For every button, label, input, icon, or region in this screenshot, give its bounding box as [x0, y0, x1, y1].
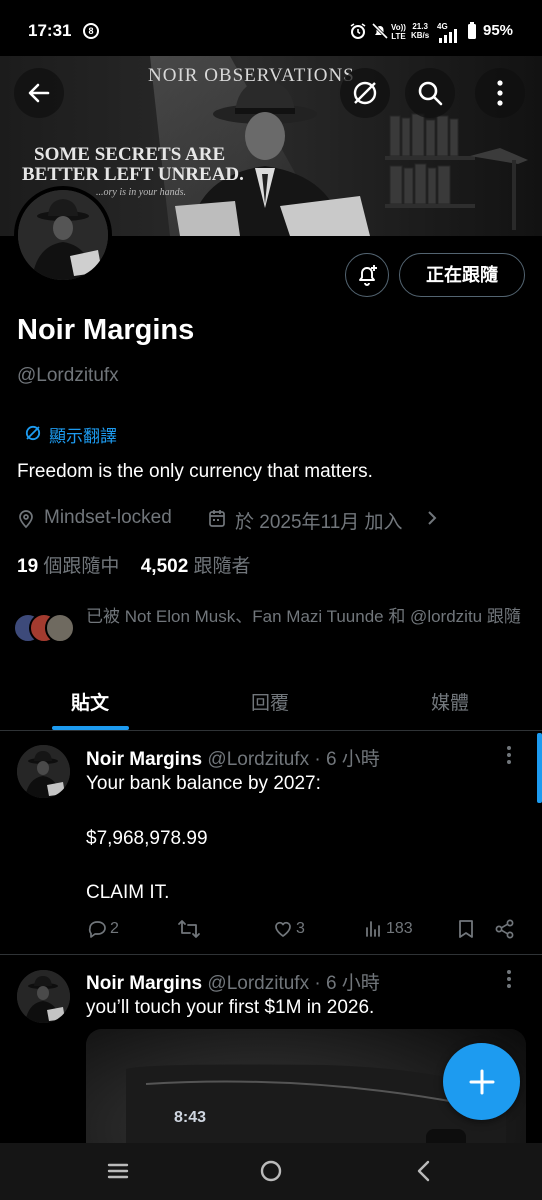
- location-pin-icon: [19, 510, 33, 529]
- status-bar: 17:31 8 Vo)) LTE 21.3 KB/s 4G 95%: [0, 0, 542, 56]
- tweet-header: Noir Margins @Lordzitufx · 6 小時: [86, 744, 380, 771]
- share-icon: [495, 919, 514, 939]
- volte-indicator: Vo)) LTE: [391, 23, 406, 41]
- system-nav-bar: [0, 1143, 542, 1200]
- search-button[interactable]: [405, 68, 455, 118]
- tweet-actions: 2 3 183: [86, 918, 526, 944]
- active-tab-indicator: [52, 726, 129, 730]
- tweet-author[interactable]: Noir Margins: [86, 973, 202, 994]
- battery-icon: [468, 22, 476, 39]
- tweet-avatar[interactable]: [17, 745, 70, 798]
- bookmark-button[interactable]: [456, 918, 478, 940]
- banner-tagline-2: BETTER LEFT UNREAD.: [22, 164, 244, 185]
- tab-posts[interactable]: 貼文: [71, 688, 109, 715]
- signal-icon: [439, 29, 457, 43]
- tweet-time: · 6 小時: [314, 973, 380, 994]
- mute-icon: [371, 22, 389, 40]
- chevron-right-icon: [428, 511, 437, 525]
- views-count: 183: [386, 920, 413, 937]
- profile-handle: @Lordzitufx: [17, 365, 119, 386]
- views-icon: [366, 921, 380, 937]
- arrow-left-icon: [28, 83, 50, 103]
- profile-name: Noir Margins: [17, 314, 195, 346]
- followers-count: 4,502: [140, 556, 189, 577]
- profile-tabs: 貼文 回覆 媒體: [0, 676, 542, 731]
- profile-avatar[interactable]: [14, 186, 112, 284]
- tweet-text-line: Your bank balance by 2027:: [86, 773, 321, 794]
- compose-button[interactable]: [443, 1043, 520, 1120]
- following-link[interactable]: 19 個跟隨中: [17, 556, 125, 577]
- home-icon[interactable]: [258, 1158, 284, 1184]
- more-vertical-icon: [497, 80, 503, 106]
- tweet-more-button[interactable]: [505, 744, 513, 772]
- alarm-icon: [350, 23, 366, 39]
- following-count: 19: [17, 556, 39, 577]
- follow-counts: 19 個跟隨中 4,502 跟隨者: [17, 551, 251, 578]
- following-button[interactable]: 正在跟隨: [399, 253, 525, 297]
- tweet-divider: [0, 954, 542, 955]
- tweet-header: Noir Margins @Lordzitufx · 6 小時: [86, 968, 380, 995]
- translate-icon: [25, 425, 41, 441]
- banner-tagline-1: SOME SECRETS ARE: [34, 144, 226, 165]
- notify-button[interactable]: [345, 253, 389, 297]
- tweet-time: · 6 小時: [314, 749, 380, 770]
- joined-label: 於 2025年11月 加入: [235, 512, 403, 533]
- tweet-avatar-image: [17, 970, 70, 1023]
- followed-by-text[interactable]: 已被 Not Elon Musk、Fan Mazi Tuunde 和 @lord…: [86, 605, 532, 629]
- like-button[interactable]: 3: [272, 918, 305, 940]
- following-label: 個跟隨中: [43, 556, 120, 577]
- recents-icon[interactable]: [106, 1159, 130, 1183]
- tweet-text-line: CLAIM IT.: [86, 882, 170, 903]
- more-vertical-icon: [507, 746, 511, 764]
- show-translation-label: 顯示翻譯: [49, 427, 117, 446]
- tweet-more-button[interactable]: [505, 968, 513, 996]
- translate-icon: [353, 81, 377, 105]
- translate-button[interactable]: [340, 68, 390, 118]
- banner-title: NOIR OBSERVATIONS: [148, 65, 355, 86]
- followers-link[interactable]: 4,502 跟隨者: [141, 556, 251, 577]
- calendar-icon: [209, 510, 225, 527]
- tweet-handle[interactable]: @Lordzitufx: [207, 749, 309, 770]
- retweet-button[interactable]: [176, 918, 204, 940]
- status-icons: Vo)) LTE 21.3 KB/s 4G: [349, 20, 479, 43]
- tweet-text-line: $7,968,978.99: [86, 828, 208, 849]
- tweet-author[interactable]: Noir Margins: [86, 749, 202, 770]
- battery-percent: 95%: [483, 22, 514, 39]
- bell-plus-icon: [359, 265, 377, 286]
- like-count: 3: [296, 920, 305, 937]
- media-time-text: 8:43: [174, 1109, 207, 1126]
- profile-bio: Freedom is the only currency that matter…: [17, 461, 373, 482]
- share-button[interactable]: [494, 918, 518, 940]
- reply-icon: [88, 921, 106, 938]
- avatar-image: [18, 190, 108, 280]
- tab-media[interactable]: 媒體: [431, 688, 469, 715]
- plus-icon: [469, 1069, 494, 1094]
- tweet-handle[interactable]: @Lordzitufx: [207, 973, 309, 994]
- reply-button[interactable]: 2: [86, 918, 119, 940]
- followed-by-avatars[interactable]: [13, 613, 77, 645]
- location-label: Mindset-locked: [44, 507, 172, 528]
- more-button[interactable]: [475, 68, 525, 118]
- heart-icon: [275, 921, 291, 937]
- more-vertical-icon: [507, 970, 511, 988]
- tab-replies[interactable]: 回覆: [251, 688, 289, 715]
- back-button[interactable]: [14, 68, 64, 118]
- network-speed: 21.3 KB/s: [411, 22, 430, 40]
- reply-count: 2: [110, 920, 119, 937]
- tweet-avatar-image: [17, 745, 70, 798]
- tweet-avatar[interactable]: [17, 970, 70, 1023]
- search-icon: [418, 81, 443, 106]
- bookmark-icon: [459, 920, 473, 938]
- followers-label: 跟隨者: [193, 556, 251, 577]
- status-time: 17:31: [28, 21, 72, 40]
- back-nav-icon[interactable]: [414, 1159, 434, 1183]
- banner-subtitle: ...ory is in your hands.: [96, 187, 186, 198]
- notification-badge: 8: [83, 23, 99, 39]
- follower-avatar-3: [45, 613, 75, 643]
- views-button[interactable]: 183: [362, 918, 413, 940]
- scroll-indicator[interactable]: [537, 733, 542, 803]
- retweet-icon: [178, 920, 200, 938]
- tweet-text-line: you’ll touch your first $1M in 2026.: [86, 997, 375, 1018]
